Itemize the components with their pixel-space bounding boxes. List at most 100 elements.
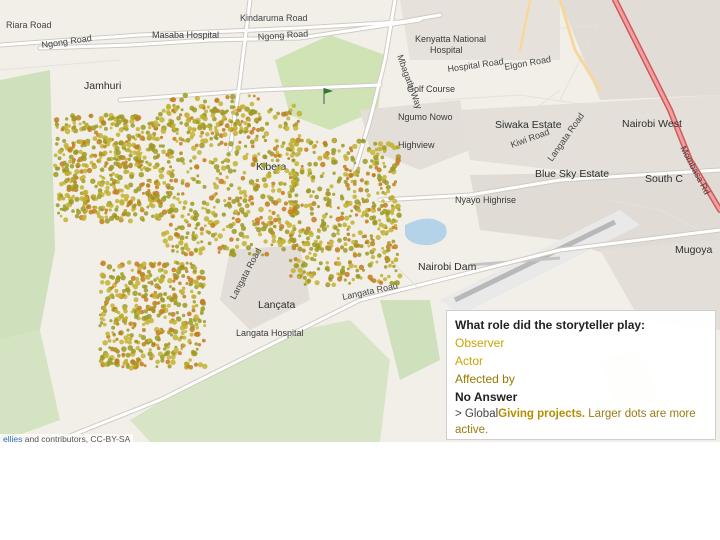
story-dot[interactable] [262, 135, 266, 139]
story-dot[interactable] [91, 164, 97, 170]
story-dot[interactable] [105, 331, 110, 337]
story-dot[interactable] [329, 184, 334, 189]
story-dot[interactable] [189, 131, 196, 138]
story-dot[interactable] [145, 160, 149, 164]
story-dot[interactable] [295, 243, 299, 247]
story-dot[interactable] [127, 345, 134, 351]
story-dot[interactable] [104, 161, 109, 166]
story-dot[interactable] [71, 141, 75, 145]
story-dot[interactable] [182, 302, 188, 308]
story-dot[interactable] [199, 226, 205, 232]
story-dot[interactable] [389, 280, 394, 286]
story-dot[interactable] [91, 145, 96, 150]
story-dot[interactable] [316, 235, 321, 240]
story-dot[interactable] [316, 205, 321, 209]
story-dot[interactable] [119, 154, 124, 159]
story-dot[interactable] [185, 235, 189, 239]
story-dot[interactable] [371, 238, 375, 243]
story-dot[interactable] [376, 167, 382, 173]
story-dot[interactable] [143, 297, 149, 302]
story-dot[interactable] [303, 229, 310, 236]
story-dot[interactable] [155, 179, 159, 183]
story-dot[interactable] [180, 108, 184, 112]
story-dot[interactable] [182, 294, 187, 299]
story-dot[interactable] [271, 238, 277, 244]
story-dot[interactable] [110, 303, 115, 308]
story-dot[interactable] [289, 234, 293, 238]
story-dot[interactable] [181, 321, 186, 326]
story-dot[interactable] [170, 359, 176, 365]
story-dot[interactable] [291, 237, 297, 243]
story-dot[interactable] [161, 149, 166, 155]
story-dot[interactable] [230, 99, 235, 104]
story-dot[interactable] [155, 116, 160, 121]
story-dot[interactable] [317, 155, 323, 161]
story-dot[interactable] [331, 282, 337, 288]
story-dot[interactable] [211, 109, 216, 114]
story-dot[interactable] [271, 188, 276, 193]
story-dot[interactable] [111, 325, 116, 330]
story-dot[interactable] [191, 308, 196, 313]
story-dot[interactable] [111, 331, 115, 334]
story-dot[interactable] [397, 208, 401, 212]
story-dot[interactable] [353, 179, 357, 184]
story-dot[interactable] [259, 126, 265, 132]
story-dot[interactable] [346, 151, 351, 156]
story-dot[interactable] [276, 111, 280, 116]
story-dot[interactable] [277, 153, 281, 158]
story-dot[interactable] [99, 272, 106, 278]
story-dot[interactable] [214, 97, 220, 103]
story-dot[interactable] [309, 211, 314, 216]
story-dot[interactable] [360, 214, 364, 218]
story-dot[interactable] [116, 310, 121, 315]
story-dot[interactable] [257, 117, 262, 121]
story-dot[interactable] [345, 182, 350, 188]
story-dot[interactable] [250, 144, 255, 149]
story-dot[interactable] [379, 273, 384, 278]
story-dot[interactable] [63, 125, 69, 131]
story-dot[interactable] [231, 228, 237, 235]
story-dot[interactable] [289, 274, 293, 278]
story-dot[interactable] [145, 274, 151, 280]
story-dot[interactable] [260, 193, 266, 200]
story-dot[interactable] [165, 105, 171, 110]
story-dot[interactable] [200, 240, 204, 244]
story-dot[interactable] [257, 112, 261, 116]
story-dot[interactable] [342, 222, 348, 228]
story-dot[interactable] [245, 152, 249, 156]
story-dot[interactable] [169, 119, 175, 125]
story-dot[interactable] [249, 139, 255, 145]
story-dot[interactable] [254, 137, 259, 142]
story-dot[interactable] [76, 208, 80, 212]
story-dot[interactable] [128, 199, 133, 205]
story-dot[interactable] [148, 180, 152, 184]
story-dot[interactable] [210, 131, 215, 135]
story-dot[interactable] [294, 161, 300, 167]
story-dot[interactable] [280, 190, 285, 196]
story-dot[interactable] [97, 132, 103, 139]
story-dot[interactable] [317, 186, 323, 192]
story-dot[interactable] [164, 262, 170, 267]
story-dot[interactable] [195, 143, 199, 148]
story-dot[interactable] [104, 215, 108, 219]
story-dot[interactable] [139, 273, 144, 278]
story-dot[interactable] [135, 115, 142, 121]
story-dot[interactable] [74, 184, 79, 189]
story-dot[interactable] [176, 316, 180, 320]
story-dot[interactable] [57, 197, 62, 202]
story-dot[interactable] [229, 237, 234, 242]
story-dot[interactable] [169, 178, 173, 183]
story-dot[interactable] [263, 138, 268, 143]
story-dot[interactable] [107, 357, 113, 363]
story-dot[interactable] [146, 183, 151, 188]
story-dot[interactable] [193, 279, 199, 285]
story-dot[interactable] [150, 143, 156, 150]
story-dot[interactable] [101, 175, 105, 180]
story-dot[interactable] [245, 245, 252, 251]
story-dot[interactable] [169, 165, 173, 169]
story-dot[interactable] [207, 241, 212, 246]
story-dot[interactable] [139, 361, 144, 367]
story-dot[interactable] [124, 316, 128, 320]
story-dot[interactable] [175, 268, 179, 273]
story-dot[interactable] [299, 169, 305, 175]
